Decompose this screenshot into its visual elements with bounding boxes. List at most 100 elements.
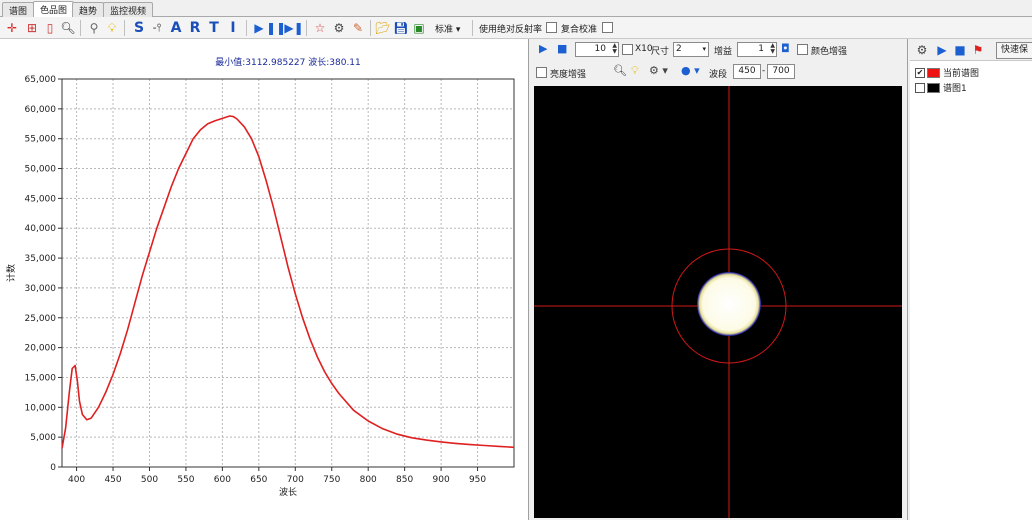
paint-icon[interactable]: ✎ — [350, 20, 366, 36]
bright-enhance-label: 亮度增强 — [550, 70, 587, 80]
y-tick-label: 10,000 — [25, 403, 57, 413]
gain-spinner[interactable]: 1 ▲ ▼ — [737, 42, 777, 57]
x-axis-label: 波长 — [279, 486, 297, 498]
bulb-icon[interactable]: 💡︎ — [631, 64, 639, 78]
grid-icon[interactable]: ⊞ — [24, 20, 40, 36]
quick-save-button[interactable]: 快速保 — [996, 42, 1032, 59]
abs-reflect-checkbox[interactable] — [546, 22, 557, 33]
x-tick-label: 650 — [250, 475, 267, 485]
tab-trend[interactable]: 趋势 — [72, 2, 105, 17]
y-tick-label: 25,000 — [25, 314, 57, 324]
series-line[interactable] — [61, 115, 515, 449]
marker-icon[interactable]: ⚑ — [970, 42, 986, 58]
light-spot — [697, 272, 761, 336]
plot-frame — [61, 78, 515, 468]
legend-checkbox[interactable] — [915, 82, 925, 93]
marker-icon[interactable]: -⫯ — [149, 20, 165, 36]
y-tick-label: 50,000 — [25, 165, 57, 175]
y-tick-label: 15,000 — [25, 373, 57, 383]
play-icon[interactable]: ▶ — [539, 42, 547, 55]
y-axis-ticks: 0 5,000 10,000 15,000 20,000 25,000 30,000 35,0… — [25, 75, 62, 473]
step-icon[interactable]: ▶❚ — [284, 20, 303, 36]
mode-combo[interactable]: 标准 ▾ — [435, 22, 460, 35]
legend-label: 谱图1 — [943, 84, 967, 94]
chart-title: 最小值:3112.985227 波长:380.11 — [215, 56, 361, 68]
x-tick-label: 600 — [214, 475, 231, 485]
zoom-icon[interactable]: 🔍︎ — [60, 20, 76, 36]
pause-icon[interactable]: ❚❚ — [266, 20, 286, 36]
band-to-input[interactable]: 700 — [767, 64, 795, 79]
settings-icon[interactable]: ⚙ — [331, 20, 347, 36]
i-letter-button[interactable]: I — [225, 20, 241, 36]
y-tick-label: 30,000 — [25, 284, 57, 294]
series-group — [61, 115, 515, 449]
pin-icon[interactable]: ⚲ — [86, 20, 102, 36]
dot-icon[interactable]: ● ▾ — [681, 64, 700, 77]
size-label: 尺寸 — [651, 47, 670, 57]
legend-checkbox[interactable]: ✔ — [915, 67, 925, 78]
main-toolbar: ✛ ⊞ ▯ 🔍︎ ⚲ 💡︎ S -⫯ A R T I ▶ ❚❚ ▶❚ ☆ ⚙ ✎… — [0, 17, 1032, 39]
frames-spinner[interactable]: 10 ▲ ▼ — [575, 42, 619, 57]
tab-spectrum[interactable]: 谱图 — [2, 2, 35, 17]
settings-icon[interactable]: ⚙ — [914, 42, 930, 58]
ruler-icon[interactable]: ▯ — [42, 20, 58, 36]
x-axis-ticks: 400 450 500 550 600 650 700 750 800 850 900 950 — [68, 467, 486, 485]
t-letter-button[interactable]: T — [206, 20, 222, 36]
save-icon[interactable]: 💾︎ — [393, 20, 409, 36]
y-tick-label: 35,000 — [25, 254, 57, 264]
stop-icon[interactable]: ■ — [557, 42, 567, 55]
x-tick-label: 550 — [177, 475, 194, 485]
gain-label: 增益 — [714, 47, 733, 57]
tab-chromaticity[interactable]: 色品图 — [33, 1, 75, 18]
y-tick-label: 45,000 — [25, 194, 57, 204]
y-tick-label: 20,000 — [25, 344, 57, 354]
color-enhance-checkbox[interactable] — [797, 44, 808, 55]
y-tick-label: 60,000 — [25, 105, 57, 115]
color-enhance-label: 颜色增强 — [811, 47, 848, 57]
band-from-input[interactable]: 450 — [733, 64, 761, 79]
r-letter-button[interactable]: R — [187, 20, 203, 36]
play-icon[interactable]: ▶ — [251, 20, 267, 36]
camera-icon[interactable]: ◘ — [781, 42, 790, 55]
spectrum-chart-panel: 0 5,000 10,000 15,000 20,000 25,000 30,000 35,0… — [0, 39, 529, 520]
band-separator: - — [762, 66, 766, 76]
bulb-icon[interactable]: 💡︎ — [104, 20, 120, 36]
x-tick-label: 900 — [433, 475, 450, 485]
x10-label: X10 — [635, 44, 653, 54]
x-tick-label: 750 — [323, 475, 340, 485]
legend-label: 当前谱图 — [943, 69, 980, 79]
size-combo[interactable]: 2 ▾ — [673, 42, 709, 57]
abs-reflect-label: 使用绝对反射率 — [479, 25, 543, 35]
chart-grid — [62, 79, 514, 467]
y-tick-label: 65,000 — [25, 75, 57, 85]
y-tick-label: 40,000 — [25, 224, 57, 234]
legend-item-current[interactable]: ✔ 当前谱图 — [915, 66, 979, 79]
tab-monitor-video[interactable]: 监控视频 — [103, 2, 154, 17]
y-axis-label: 计数 — [5, 264, 17, 282]
crosshair-icon[interactable]: ✛ — [4, 20, 20, 36]
bright-enhance-checkbox[interactable] — [536, 67, 547, 78]
legend-swatch — [927, 67, 940, 78]
legend-toolbar: ⚙ ▶ ■ ⚑ 快速保 — [910, 39, 1032, 61]
x-tick-label: 800 — [360, 475, 377, 485]
peak-icon[interactable]: ☆ — [312, 20, 328, 36]
s-letter-button[interactable]: S — [131, 20, 147, 36]
a-letter-button[interactable]: A — [168, 20, 184, 36]
open-folder-icon[interactable]: 📂︎ — [375, 20, 391, 36]
legend-swatch — [927, 82, 940, 93]
y-tick-label: 0 — [50, 463, 56, 473]
x10-checkbox[interactable] — [622, 44, 633, 55]
play-icon[interactable]: ▶ — [934, 42, 950, 58]
zoom-icon[interactable]: 🔍︎ — [613, 64, 627, 77]
spectrum-chart[interactable]: 0 5,000 10,000 15,000 20,000 25,000 30,000 35,0… — [0, 39, 529, 520]
tab-bar: 谱图 色品图 趋势 监控视频 — [0, 0, 1032, 18]
x-tick-label: 700 — [287, 475, 304, 485]
export-icon[interactable]: ▣ — [411, 20, 427, 36]
camera-image — [534, 86, 902, 518]
settings-icon[interactable]: ⚙ ▾ — [649, 64, 668, 77]
recheck-checkbox[interactable] — [602, 22, 613, 33]
stop-icon[interactable]: ■ — [952, 42, 968, 58]
legend-panel: ⚙ ▶ ■ ⚑ 快速保 ✔ 当前谱图 谱图1 — [910, 39, 1032, 520]
camera-image-view[interactable] — [534, 86, 902, 518]
legend-item-spectrum1[interactable]: 谱图1 — [915, 81, 967, 94]
